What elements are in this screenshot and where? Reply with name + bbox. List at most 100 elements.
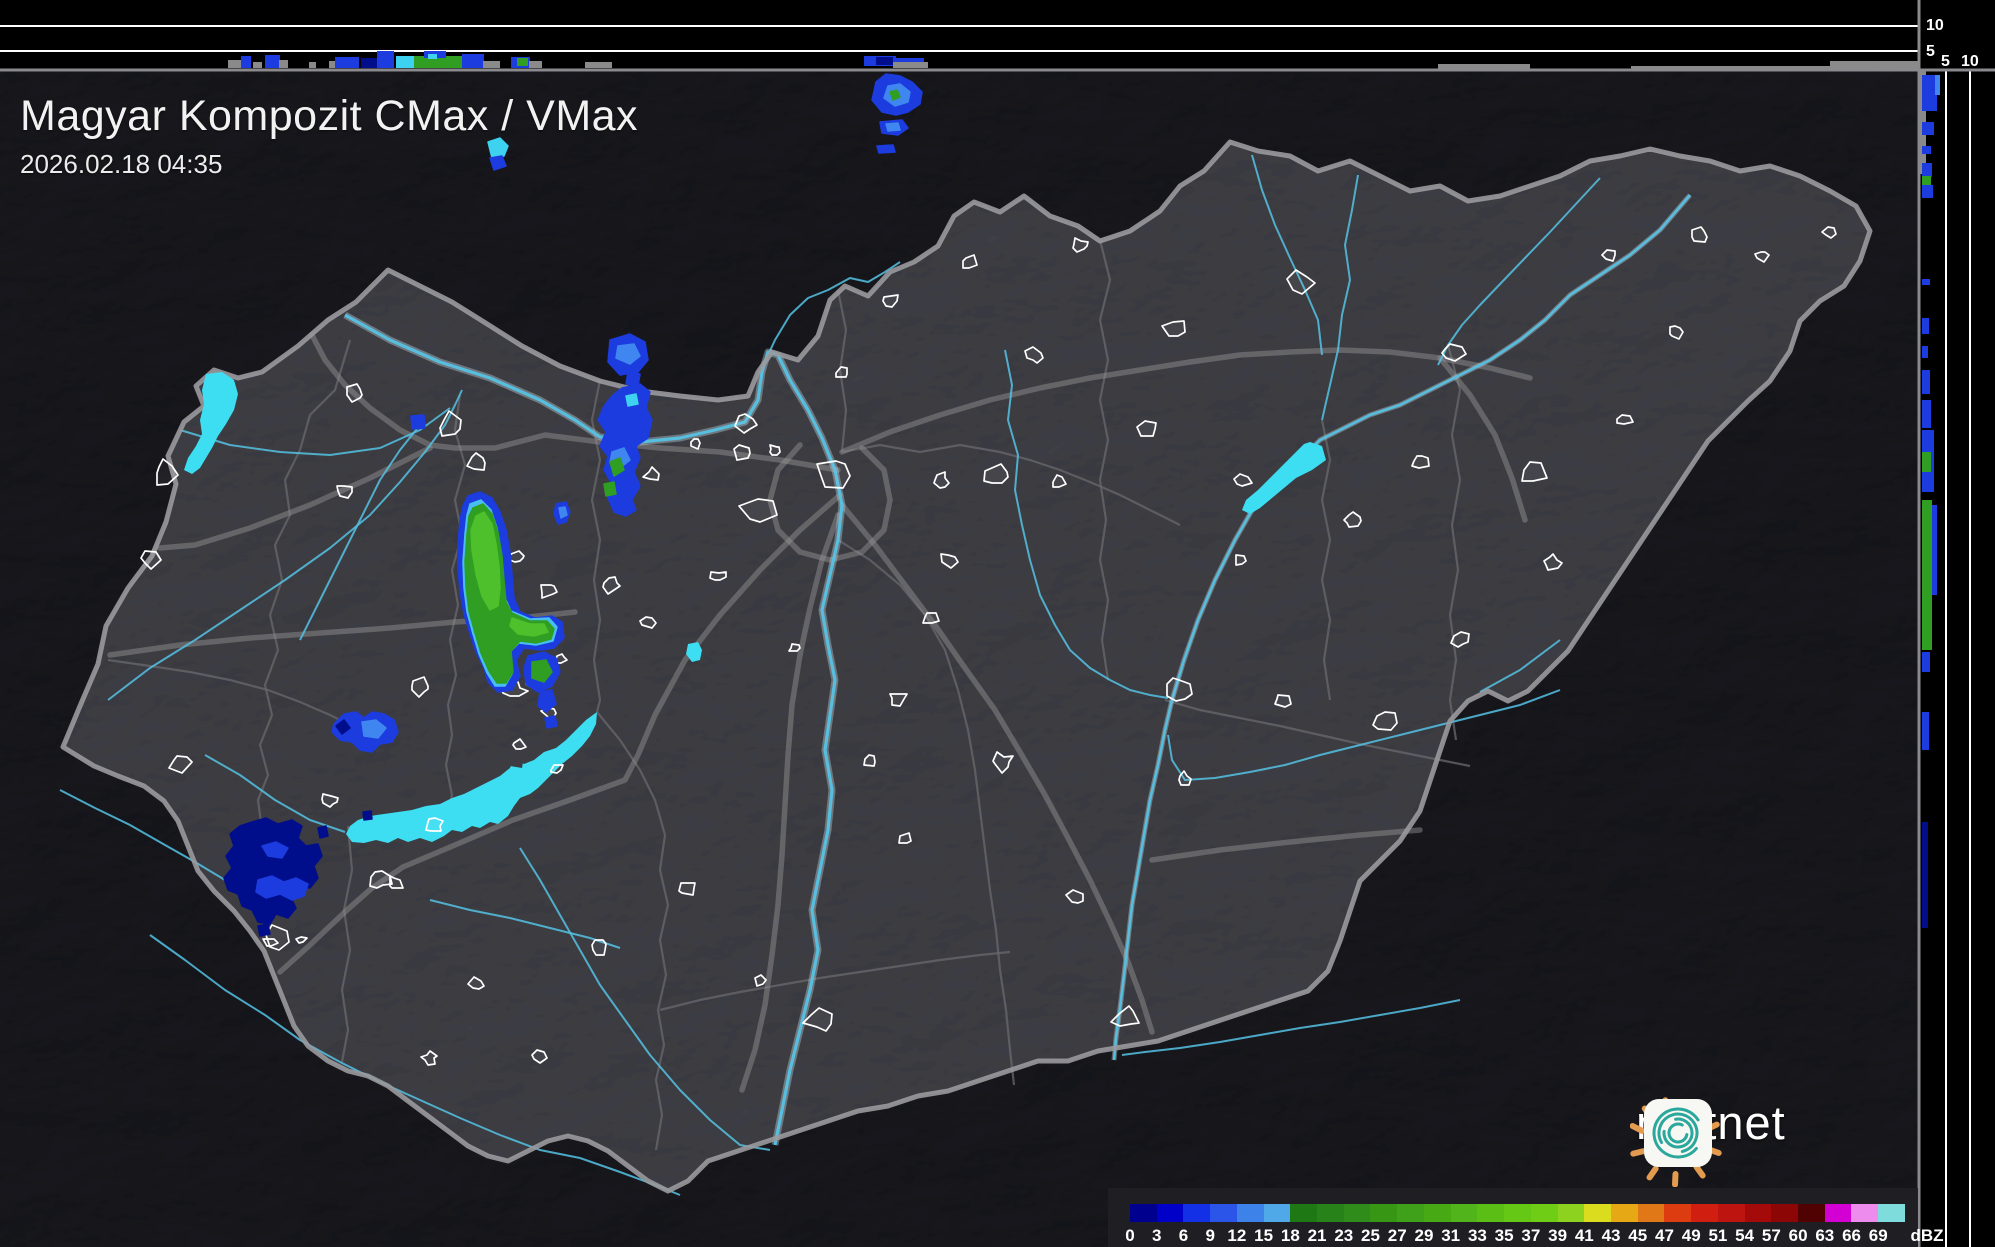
colorbar-tick-label: 3 (1151, 1226, 1162, 1245)
top-projection-bar (462, 54, 484, 68)
colorbar-tick-label: 27 (1387, 1226, 1407, 1245)
right-projection-bar (1922, 318, 1929, 334)
radar-echo (257, 923, 271, 937)
right-projection-bar (1922, 176, 1931, 185)
colorbar-box (1851, 1204, 1879, 1222)
top-projection-bar (265, 55, 280, 68)
city-outline (733, 444, 751, 461)
metnet-app-icon (1644, 1099, 1712, 1167)
axis-label-km: 10 (1961, 53, 1979, 70)
right-projection-bar (1922, 346, 1928, 358)
colorbar-tick-label: 29 (1414, 1226, 1434, 1245)
right-projection-bar (1922, 279, 1930, 285)
colorbar-box (1183, 1204, 1211, 1222)
colorbar-box (1610, 1204, 1638, 1222)
colorbar-box (1584, 1204, 1611, 1222)
city-outline (1274, 694, 1292, 708)
radar-echo (558, 506, 568, 519)
top-projection-bar (529, 61, 542, 68)
radar-echo (625, 393, 639, 407)
colorbar-box (1450, 1204, 1478, 1222)
colorbar-box (1477, 1204, 1505, 1222)
top-projection-bar (876, 57, 893, 65)
top-projection-bar (228, 60, 242, 68)
colorbar-box (1691, 1204, 1718, 1222)
right-projection-bar (1922, 370, 1930, 394)
brand-block: metnet (1630, 1095, 1786, 1187)
top-projection-bar (483, 61, 500, 68)
city-outline (678, 882, 696, 896)
colorbar-box (1210, 1204, 1237, 1222)
colorbar-box (1130, 1204, 1157, 1222)
city-outline (336, 485, 353, 499)
radar-echo (876, 144, 896, 154)
colorbar-tick-label: 35 (1494, 1226, 1514, 1245)
radar-echo (410, 414, 426, 430)
colorbar-tick-label: 25 (1361, 1226, 1380, 1245)
colorbar-tick-label: 15 (1254, 1226, 1274, 1245)
colorbar-box (1797, 1204, 1825, 1222)
right-projection-bar (1932, 505, 1937, 595)
colorbar-tick-label: 66 (1842, 1226, 1862, 1245)
colorbar-tick-label: 54 (1735, 1226, 1755, 1245)
colorbar-tick-label: 41 (1574, 1226, 1594, 1245)
radar-map-canvas: 1055 10 (0, 0, 1995, 1247)
colorbar-tick-label: 45 (1628, 1226, 1648, 1245)
colorbar-box (1878, 1204, 1905, 1222)
colorbar-box (1824, 1204, 1852, 1222)
city-outline (1616, 414, 1634, 425)
top-projection-bar (1438, 64, 1530, 69)
colorbar-tick-label: 47 (1655, 1226, 1674, 1245)
colorbar-box (1717, 1204, 1745, 1222)
colorbar-box (1504, 1204, 1531, 1222)
radar-echo (603, 481, 617, 497)
colorbar-tick-label: 0 (1125, 1226, 1135, 1245)
colorbar-box (1263, 1204, 1291, 1222)
right-projection-bar (1922, 122, 1934, 135)
colorbar-tick-label: 60 (1788, 1226, 1808, 1245)
top-projection-bar (279, 60, 288, 68)
colorbar-box (1744, 1204, 1772, 1222)
colorbar-box (1236, 1204, 1264, 1222)
right-projection-bar (1922, 185, 1933, 198)
city-outline (769, 444, 781, 456)
colorbar-tick-label: 9 (1205, 1226, 1215, 1245)
right-projection-bar (1922, 400, 1931, 428)
colorbar-box (1397, 1204, 1424, 1222)
top-projection-bar (396, 56, 416, 68)
colorbar-tick-label: 18 (1280, 1226, 1300, 1245)
colorbar-box (1290, 1204, 1318, 1222)
top-projection-bar (585, 62, 612, 68)
right-projection-bar (1922, 452, 1931, 472)
right-projection-bar (1922, 712, 1929, 750)
right-projection-bar (1922, 500, 1932, 650)
top-projection-bar (361, 58, 377, 68)
colorbar-tick-label: 57 (1761, 1226, 1781, 1245)
colorbar-tick-label: 33 (1467, 1226, 1487, 1245)
city-outline (922, 612, 940, 624)
colorbar-tick-label: 63 (1815, 1226, 1835, 1245)
colorbar-box (1557, 1204, 1585, 1222)
colorbar-box (1317, 1204, 1344, 1222)
colorbar-tick-label: 31 (1441, 1226, 1461, 1245)
city-outline (591, 939, 607, 956)
city-outline (709, 571, 727, 581)
top-projection-bar (428, 54, 437, 59)
top-projection-bar (241, 56, 251, 68)
map-layer (0, 70, 1918, 1247)
top-projection-bar (253, 62, 262, 68)
radar-echo (885, 122, 901, 132)
colorbar-box (1343, 1204, 1371, 1222)
colorbar-unit-label: dBZ (1910, 1226, 1944, 1245)
colorbar-box (1423, 1204, 1451, 1222)
axis-label-km: 5 (1926, 43, 1935, 60)
colorbar-tick-label: 49 (1681, 1226, 1701, 1245)
right-projection-bar (1922, 822, 1928, 928)
top-projection-bar (893, 62, 928, 68)
city-outline (690, 438, 701, 450)
colorbar-tick-label: 39 (1548, 1226, 1568, 1245)
top-projection-bar (1830, 61, 1919, 69)
top-projection-bar (309, 62, 316, 68)
colorbar-boxes (1130, 1204, 1905, 1222)
colorbar-tick-label: 23 (1334, 1226, 1354, 1245)
